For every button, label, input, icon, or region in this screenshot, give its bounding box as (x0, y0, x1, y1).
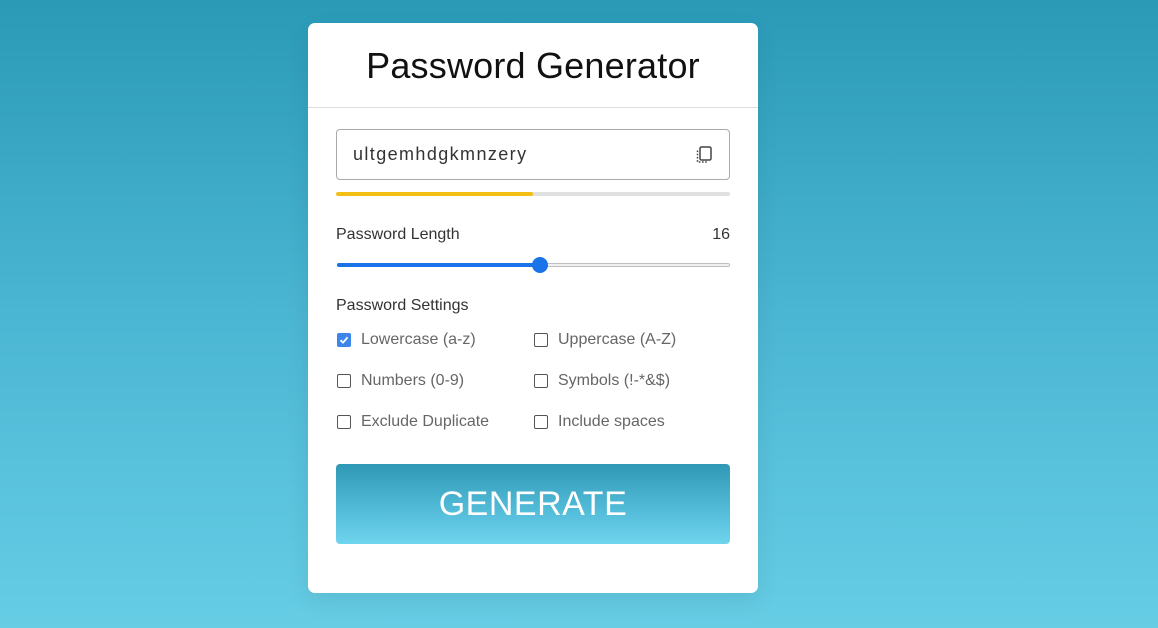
option-numbers[interactable]: Numbers (0-9) (336, 370, 533, 392)
option-label: Include spaces (558, 413, 665, 430)
page-title: Password Generator (366, 45, 700, 86)
password-generator-card: Password Generator Password Length 16 Pa… (308, 23, 758, 593)
option-uppercase[interactable]: Uppercase (A-Z) (533, 329, 730, 351)
uppercase-checkbox[interactable] (534, 333, 548, 347)
password-input[interactable] (353, 144, 673, 165)
option-label: Symbols (!-*&$) (558, 372, 671, 389)
length-value: 16 (712, 226, 730, 243)
card-header: Password Generator (308, 23, 758, 108)
length-label: Password Length (336, 226, 460, 243)
option-exclude-duplicate[interactable]: Exclude Duplicate (336, 411, 533, 433)
copy-icon[interactable] (693, 144, 715, 166)
symbols-checkbox[interactable] (534, 374, 548, 388)
lowercase-checkbox[interactable] (337, 333, 351, 347)
option-label: Uppercase (A-Z) (558, 331, 677, 348)
password-field (336, 129, 730, 180)
length-slider[interactable] (336, 256, 730, 274)
option-include-spaces[interactable]: Include spaces (533, 411, 730, 433)
settings-options: Lowercase (a-z) Uppercase (A-Z) Numbers … (336, 329, 730, 433)
strength-indicator-fill (336, 192, 533, 196)
option-label: Exclude Duplicate (361, 413, 490, 430)
exclude-duplicate-checkbox[interactable] (337, 415, 351, 429)
option-symbols[interactable]: Symbols (!-*&$) (533, 370, 730, 392)
include-spaces-checkbox[interactable] (534, 415, 548, 429)
settings-title: Password Settings (336, 297, 469, 314)
generate-button[interactable]: GENERATE (336, 464, 730, 544)
check-icon (339, 336, 349, 344)
numbers-checkbox[interactable] (337, 374, 351, 388)
card-body: Password Length 16 Password Settings Low… (336, 129, 730, 544)
length-row: Password Length 16 (336, 226, 730, 244)
option-label: Lowercase (a-z) (361, 331, 476, 348)
strength-indicator (336, 192, 730, 196)
option-label: Numbers (0-9) (361, 372, 465, 389)
length-slider-fill (337, 263, 540, 267)
length-slider-thumb[interactable] (531, 257, 548, 273)
option-lowercase[interactable]: Lowercase (a-z) (336, 329, 533, 351)
